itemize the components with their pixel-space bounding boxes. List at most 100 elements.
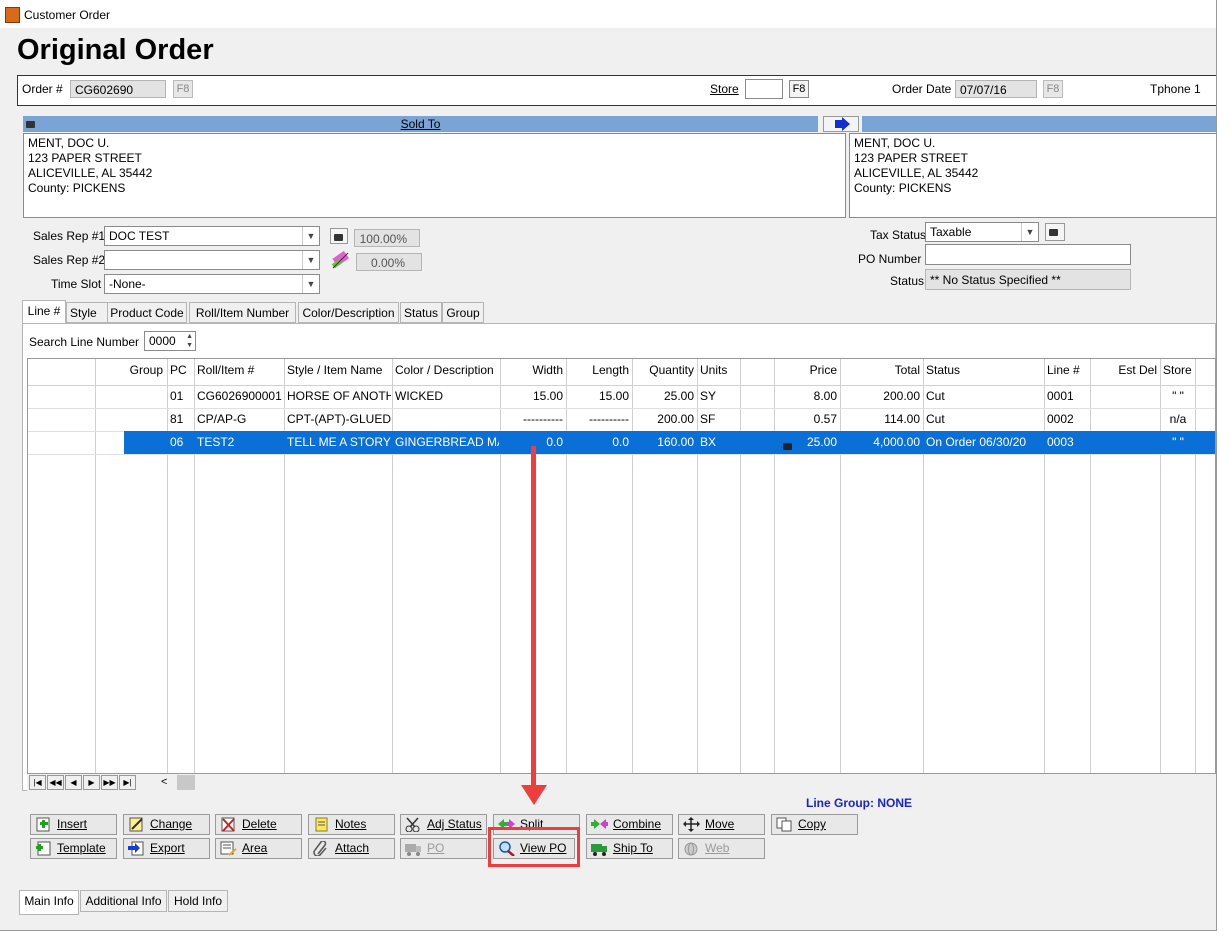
order-date-field[interactable]: 07/07/16	[955, 80, 1037, 98]
col-status[interactable]: Status	[924, 359, 1043, 385]
attach-button[interactable]: Attach	[308, 838, 395, 859]
col-width[interactable]: Width	[501, 359, 565, 385]
scroll-left-icon[interactable]: <	[161, 775, 175, 790]
split-commission-icon[interactable]	[330, 250, 352, 270]
ship-to-address[interactable]: MENT, DOC U. 123 PAPER STREET ALICEVILLE…	[849, 133, 1216, 218]
order-number-field[interactable]: CG602690	[70, 80, 166, 98]
next-page-icon[interactable]: ▶▶	[101, 775, 118, 790]
delete-icon	[221, 817, 235, 832]
tab-color-description[interactable]: Color/Description	[298, 302, 399, 323]
spinner-icon[interactable]: ▲ ▼	[186, 332, 193, 350]
col-total[interactable]: Total	[841, 359, 922, 385]
prev-record-icon[interactable]: ◀	[65, 775, 82, 790]
tab-roll-item-number[interactable]: Roll/Item Number	[189, 302, 296, 323]
tab-additional-info[interactable]: Additional Info	[80, 890, 167, 912]
sales-rep1-label: Sales Rep #1	[33, 229, 106, 243]
change-button[interactable]: Change	[123, 814, 210, 835]
po-number-field[interactable]	[925, 244, 1131, 265]
col-pc[interactable]: PC	[168, 359, 194, 385]
cell-style: CPT-(APT)-GLUEDOWN	[287, 412, 391, 426]
next-record-icon[interactable]: ▶	[83, 775, 100, 790]
tax-status-value: Taxable	[930, 225, 972, 239]
col-color[interactable]: Color / Description	[393, 359, 499, 385]
copy-button[interactable]: Copy	[771, 814, 858, 835]
rep1-percent: 100.00%	[354, 229, 420, 247]
col-group[interactable]: Group	[95, 359, 165, 385]
web-button[interactable]: Web	[678, 838, 765, 859]
combine-icon	[591, 819, 608, 829]
cell-style: HORSE OF ANOTHER	[287, 389, 391, 403]
notes-button[interactable]: Notes	[308, 814, 395, 835]
delete-button[interactable]: Delete	[215, 814, 302, 835]
insert-button[interactable]: Insert	[30, 814, 117, 835]
cell-status: Cut	[926, 389, 945, 403]
cell-pc: 06	[170, 435, 184, 449]
col-est-del[interactable]: Est Del	[1091, 359, 1159, 385]
horizontal-scrollbar-thumb[interactable]	[177, 775, 195, 790]
chevron-down-icon: ▼	[302, 227, 319, 245]
adj-status-button[interactable]: Adj Status	[400, 814, 487, 835]
time-slot-select[interactable]: -None- ▼	[104, 274, 320, 294]
tab-product-code[interactable]: Product Code	[107, 302, 187, 323]
ship-to-line: County: PICKENS	[854, 181, 952, 195]
sold-to-lock-icon[interactable]	[23, 116, 41, 132]
cell-status: Cut	[926, 412, 945, 426]
sold-to-line: County: PICKENS	[28, 181, 126, 195]
move-button[interactable]: Move	[678, 814, 765, 835]
col-line[interactable]: Line #	[1045, 359, 1089, 385]
order-f8-button[interactable]: F8	[173, 80, 193, 98]
cell-qty: 160.00	[657, 435, 694, 449]
col-length[interactable]: Length	[567, 359, 631, 385]
cell-length: 0.0	[612, 435, 629, 449]
prev-page-icon[interactable]: ◀◀	[47, 775, 64, 790]
sold-to-address[interactable]: MENT, DOC U. 123 PAPER STREET ALICEVILLE…	[23, 133, 846, 218]
sales-rep2-select[interactable]: ▼	[104, 250, 320, 270]
col-price[interactable]: Price	[775, 359, 839, 385]
template-button[interactable]: Template	[30, 838, 117, 859]
area-button[interactable]: Area	[215, 838, 302, 859]
ship-to-bar	[862, 116, 1216, 132]
page-title: Original Order	[17, 34, 214, 66]
col-quantity[interactable]: Quantity	[633, 359, 696, 385]
store-label: Store	[710, 82, 739, 96]
cell-units: BX	[700, 435, 717, 449]
tab-hold-info[interactable]: Hold Info	[168, 890, 228, 912]
first-record-icon[interactable]: |◀	[29, 775, 46, 790]
combine-button[interactable]: Combine	[586, 814, 673, 835]
po-button[interactable]: PO	[400, 838, 487, 859]
cell-total: 4,000.00	[873, 435, 920, 449]
sold-to-line: ALICEVILLE, AL 35442	[28, 166, 153, 180]
time-slot-value: -None-	[109, 277, 146, 291]
tax-status-select[interactable]: Taxable ▼	[925, 222, 1039, 242]
table-row-selected[interactable]: 06 TEST2 TELL ME A STORY GINGERBREAD MAN…	[28, 431, 1215, 455]
tab-main-info[interactable]: Main Info	[19, 890, 79, 915]
last-record-icon[interactable]: ▶|	[119, 775, 136, 790]
table-row[interactable]: 81 CP/AP-G CPT-(APT)-GLUEDOWN ----------…	[28, 408, 1215, 432]
cell-pc: 01	[170, 389, 184, 403]
col-units[interactable]: Units	[698, 359, 740, 385]
search-line-field[interactable]: 0000 ▲ ▼	[144, 331, 196, 351]
store-field[interactable]	[745, 79, 783, 99]
sales-rep1-select[interactable]: DOC TEST ▼	[104, 226, 320, 246]
copy-to-ship-button[interactable]	[823, 116, 859, 132]
order-header: Order # CG602690 F8 Store F8 Order Date …	[17, 75, 1216, 106]
cell-qty: 200.00	[657, 412, 694, 426]
grid-header: Group PC Roll/Item # Style / Item Name C…	[28, 359, 1215, 386]
table-row[interactable]: 01 CG6026900001 HORSE OF ANOTHER WICKED …	[28, 385, 1215, 409]
col-style[interactable]: Style / Item Name	[285, 359, 391, 385]
export-button[interactable]: Export	[123, 838, 210, 859]
col-roll-item[interactable]: Roll/Item #	[195, 359, 283, 385]
cell-price: 0.57	[813, 412, 837, 426]
tax-lock-icon[interactable]	[1045, 223, 1065, 241]
tab-group[interactable]: Group	[442, 302, 484, 323]
col-store[interactable]: Store	[1161, 359, 1195, 385]
rep-lock-icon[interactable]	[330, 228, 348, 244]
sold-to-bar: Sold To	[23, 116, 818, 132]
tab-line[interactable]: Line #	[22, 300, 66, 323]
copy-icon	[776, 817, 792, 832]
tab-status[interactable]: Status	[400, 302, 442, 323]
order-date-f8-button[interactable]: F8	[1043, 80, 1063, 98]
ship-to-button[interactable]: Ship To	[586, 838, 673, 859]
store-f8-button[interactable]: F8	[789, 80, 809, 98]
cell-style: TELL ME A STORY	[287, 435, 391, 449]
